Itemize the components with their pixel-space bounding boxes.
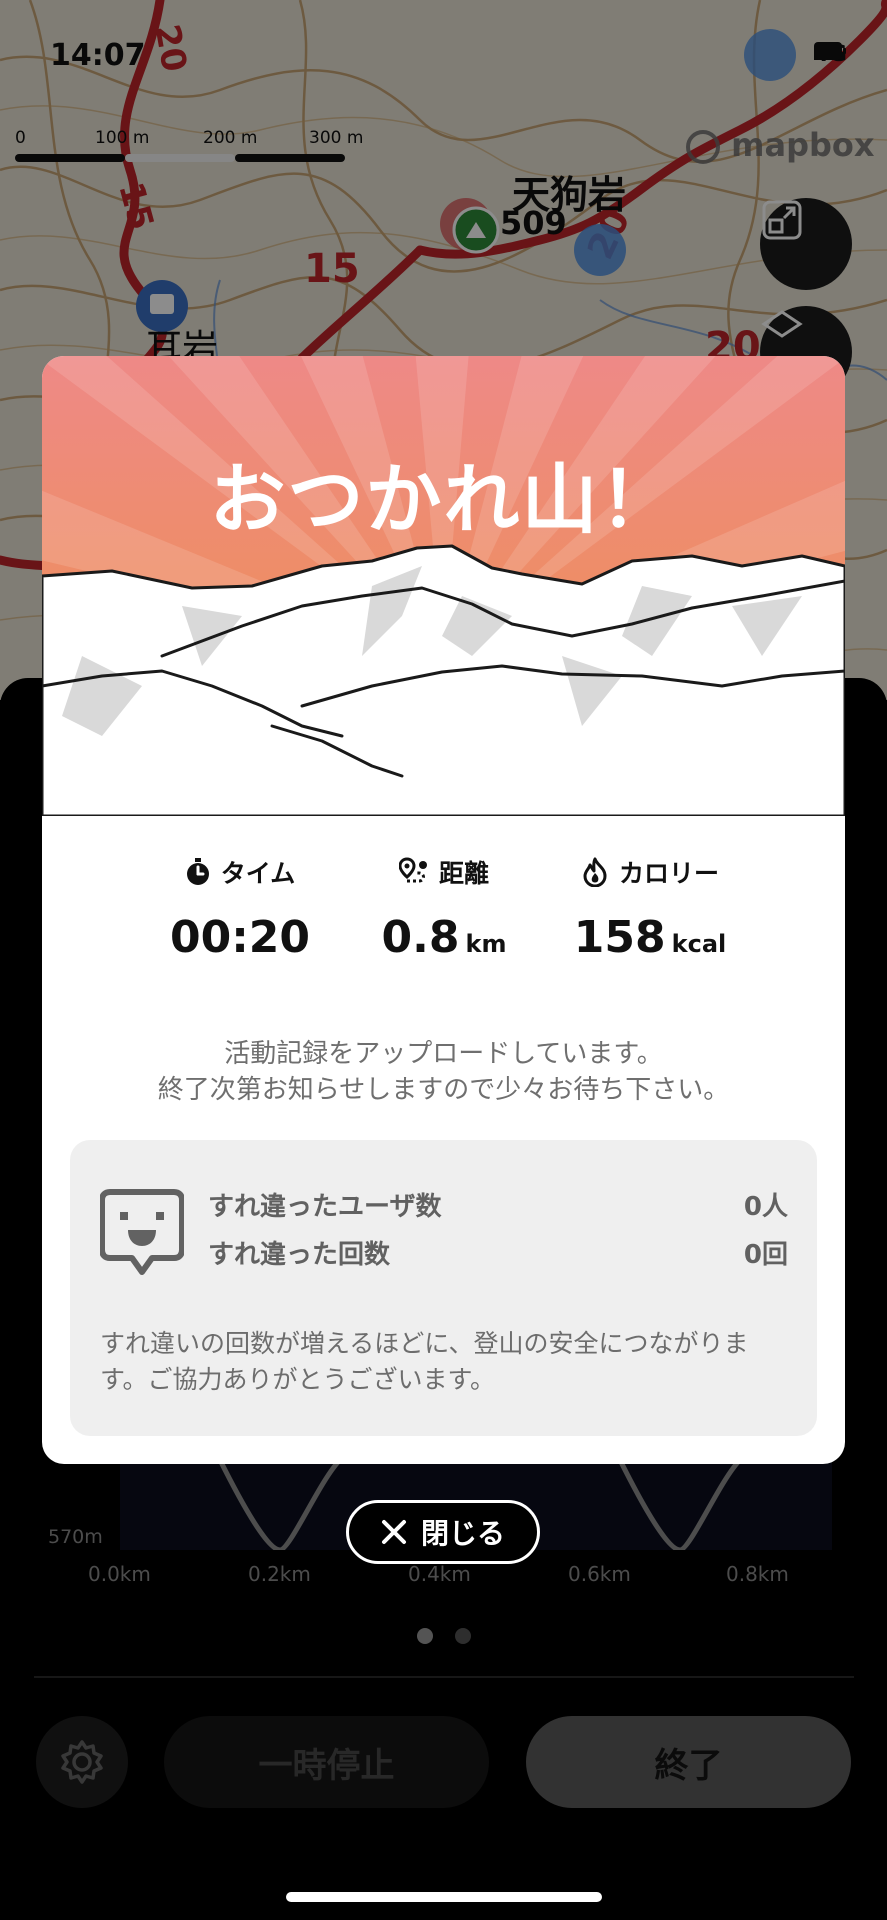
stat-distance-label: 距離 xyxy=(438,859,489,888)
passing-count-label: すれ違った回数 xyxy=(208,1240,391,1270)
modal-title: おつかれ山！ xyxy=(209,455,678,544)
mountain-illustration xyxy=(42,356,845,816)
stat-calories-unit: kcal xyxy=(671,930,727,958)
upload-message: 活動記録をアップロードしています。 終了次第お知らせしますので少々お待ち下さい。 xyxy=(42,1036,845,1108)
passing-users-label: すれ違ったユーザ数 xyxy=(208,1192,442,1222)
route-pin-icon xyxy=(398,857,427,883)
close-button-label: 閉じる xyxy=(420,1517,505,1550)
passing-note: すれ違いの回数が増えるほどに、登山の安全につながります。ご協力ありがとうございま… xyxy=(100,1329,749,1394)
face-bubble-icon xyxy=(100,1189,184,1275)
stat-time-label: タイム xyxy=(220,859,296,888)
home-indicator[interactable] xyxy=(286,1892,602,1902)
passing-users-row: すれ違ったユーザ数 0人 xyxy=(208,1186,788,1223)
flame-icon xyxy=(583,857,607,887)
stopwatch-icon xyxy=(186,858,209,885)
stat-distance-value: 0.8 xyxy=(381,912,460,963)
passing-count-value: 0回 xyxy=(743,1240,788,1270)
passing-users-value: 0人 xyxy=(743,1192,788,1222)
stat-time-value: 00:20 xyxy=(169,912,311,963)
stat-calories-label: カロリー xyxy=(618,859,719,888)
close-icon xyxy=(381,1520,406,1544)
stat-calories: カロリー 158 kcal xyxy=(530,854,770,963)
completion-modal: おつかれ山！ タイム 00:20 距離 0.8 km カロリー 158 kcal… xyxy=(42,356,845,1464)
stat-calories-value: 158 xyxy=(573,912,666,963)
passing-count-row: すれ違った回数 0回 xyxy=(208,1234,788,1271)
stat-distance-unit: km xyxy=(465,930,507,958)
close-button[interactable]: 閉じる xyxy=(346,1500,540,1564)
upload-message-line2: 終了次第お知らせしますので少々お待ち下さい。 xyxy=(157,1075,730,1105)
passing-card: すれ違ったユーザ数 0人 すれ違った回数 0回 すれ違いの回数が増えるほどに、登… xyxy=(70,1140,817,1436)
hero-banner: おつかれ山！ xyxy=(42,356,845,816)
upload-message-line1: 活動記録をアップロードしています。 xyxy=(224,1039,663,1069)
stat-distance: 距離 0.8 km xyxy=(324,854,564,963)
